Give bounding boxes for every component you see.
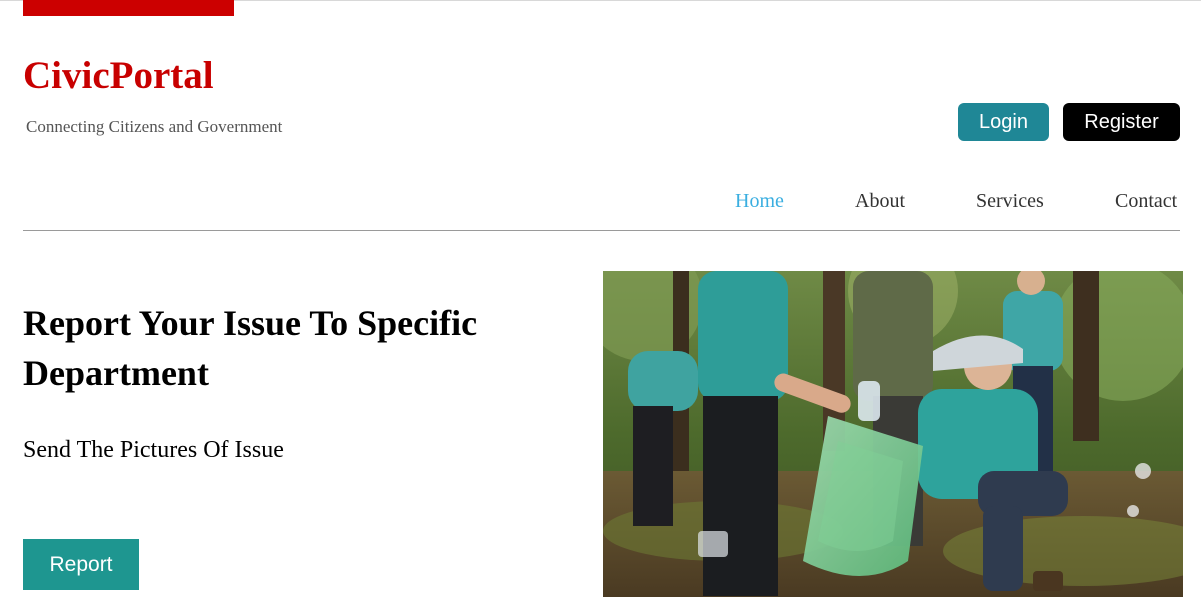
volunteers-cleanup-photo <box>603 271 1183 597</box>
nav-item-about[interactable]: About <box>855 188 905 214</box>
login-button[interactable]: Login <box>958 103 1049 141</box>
nav-item-contact[interactable]: Contact <box>1115 188 1177 214</box>
hero-subtitle: Send The Pictures Of Issue <box>23 437 284 463</box>
register-button[interactable]: Register <box>1063 103 1180 141</box>
report-button[interactable]: Report <box>23 539 139 590</box>
brand-accent-bar <box>23 0 234 16</box>
nav-item-home[interactable]: Home <box>735 188 784 214</box>
nav-item-services[interactable]: Services <box>976 188 1044 214</box>
hero-title: Report Your Issue To Specific Department <box>23 303 478 393</box>
site-logo[interactable]: CivicPortal <box>23 52 214 100</box>
nav-divider <box>23 230 1180 231</box>
site-tagline: Connecting Citizens and Government <box>26 117 283 136</box>
